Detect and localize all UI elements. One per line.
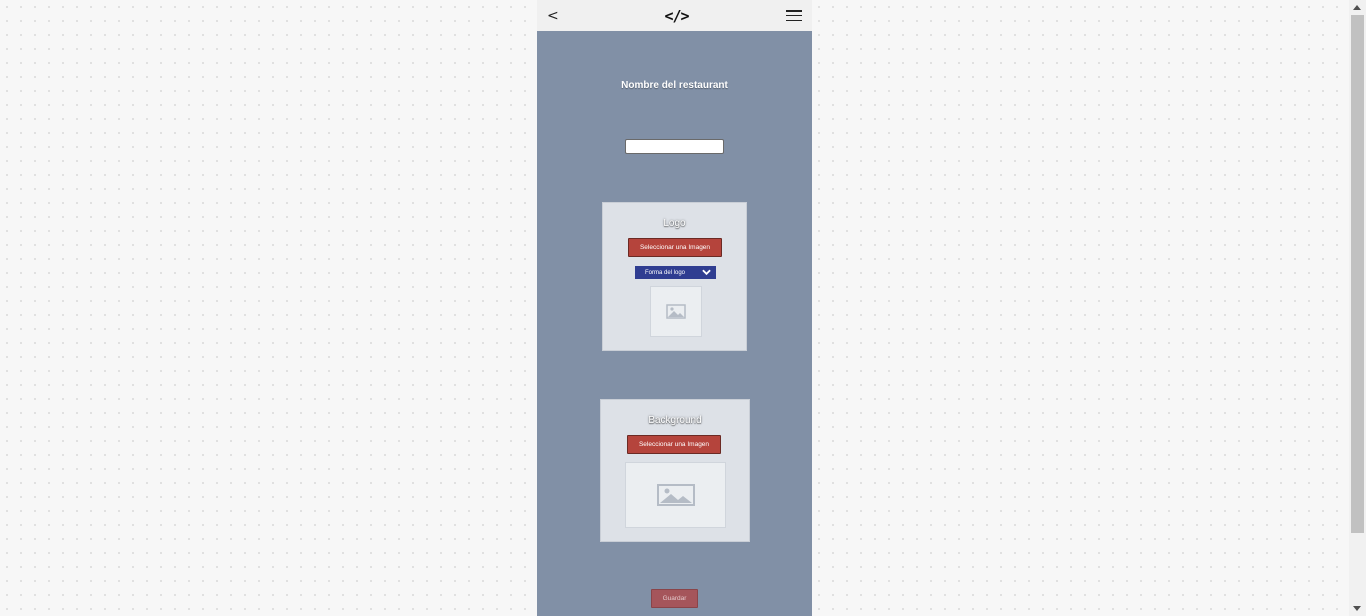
background-card: Background Seleccionar una Imagen	[600, 399, 750, 542]
logo-preview	[650, 286, 702, 337]
phone-frame: < </> Nombre del restaurant Logo Selecci…	[537, 0, 812, 616]
save-button[interactable]: Guardar	[651, 589, 698, 608]
image-placeholder-icon	[656, 484, 695, 506]
top-bar: < </>	[537, 0, 812, 31]
brand-logo: </>	[664, 6, 689, 25]
background-preview	[625, 462, 726, 528]
logo-shape-select[interactable]: Forma del logo	[635, 266, 716, 279]
logo-shape-select-value: Forma del logo	[645, 269, 686, 276]
chevron-down-icon	[702, 269, 711, 276]
page-scrollbar[interactable]	[1349, 0, 1366, 616]
restaurant-name-label: Nombre del restaurant	[621, 80, 728, 91]
background-card-title: Background	[648, 415, 702, 426]
logo-card: Logo Seleccionar una Imagen Forma del lo…	[602, 202, 747, 351]
scroll-down-icon[interactable]	[1353, 606, 1361, 611]
scrollbar-thumb[interactable]	[1351, 15, 1364, 533]
back-button[interactable]: <	[547, 8, 567, 24]
hamburger-icon[interactable]	[786, 10, 802, 21]
image-placeholder-icon	[666, 304, 686, 319]
scroll-up-icon[interactable]	[1353, 5, 1361, 10]
select-logo-image-button[interactable]: Seleccionar una Imagen	[628, 238, 722, 257]
restaurant-name-input[interactable]	[625, 139, 724, 154]
logo-card-title: Logo	[663, 218, 686, 229]
select-background-image-button[interactable]: Seleccionar una Imagen	[627, 435, 721, 454]
